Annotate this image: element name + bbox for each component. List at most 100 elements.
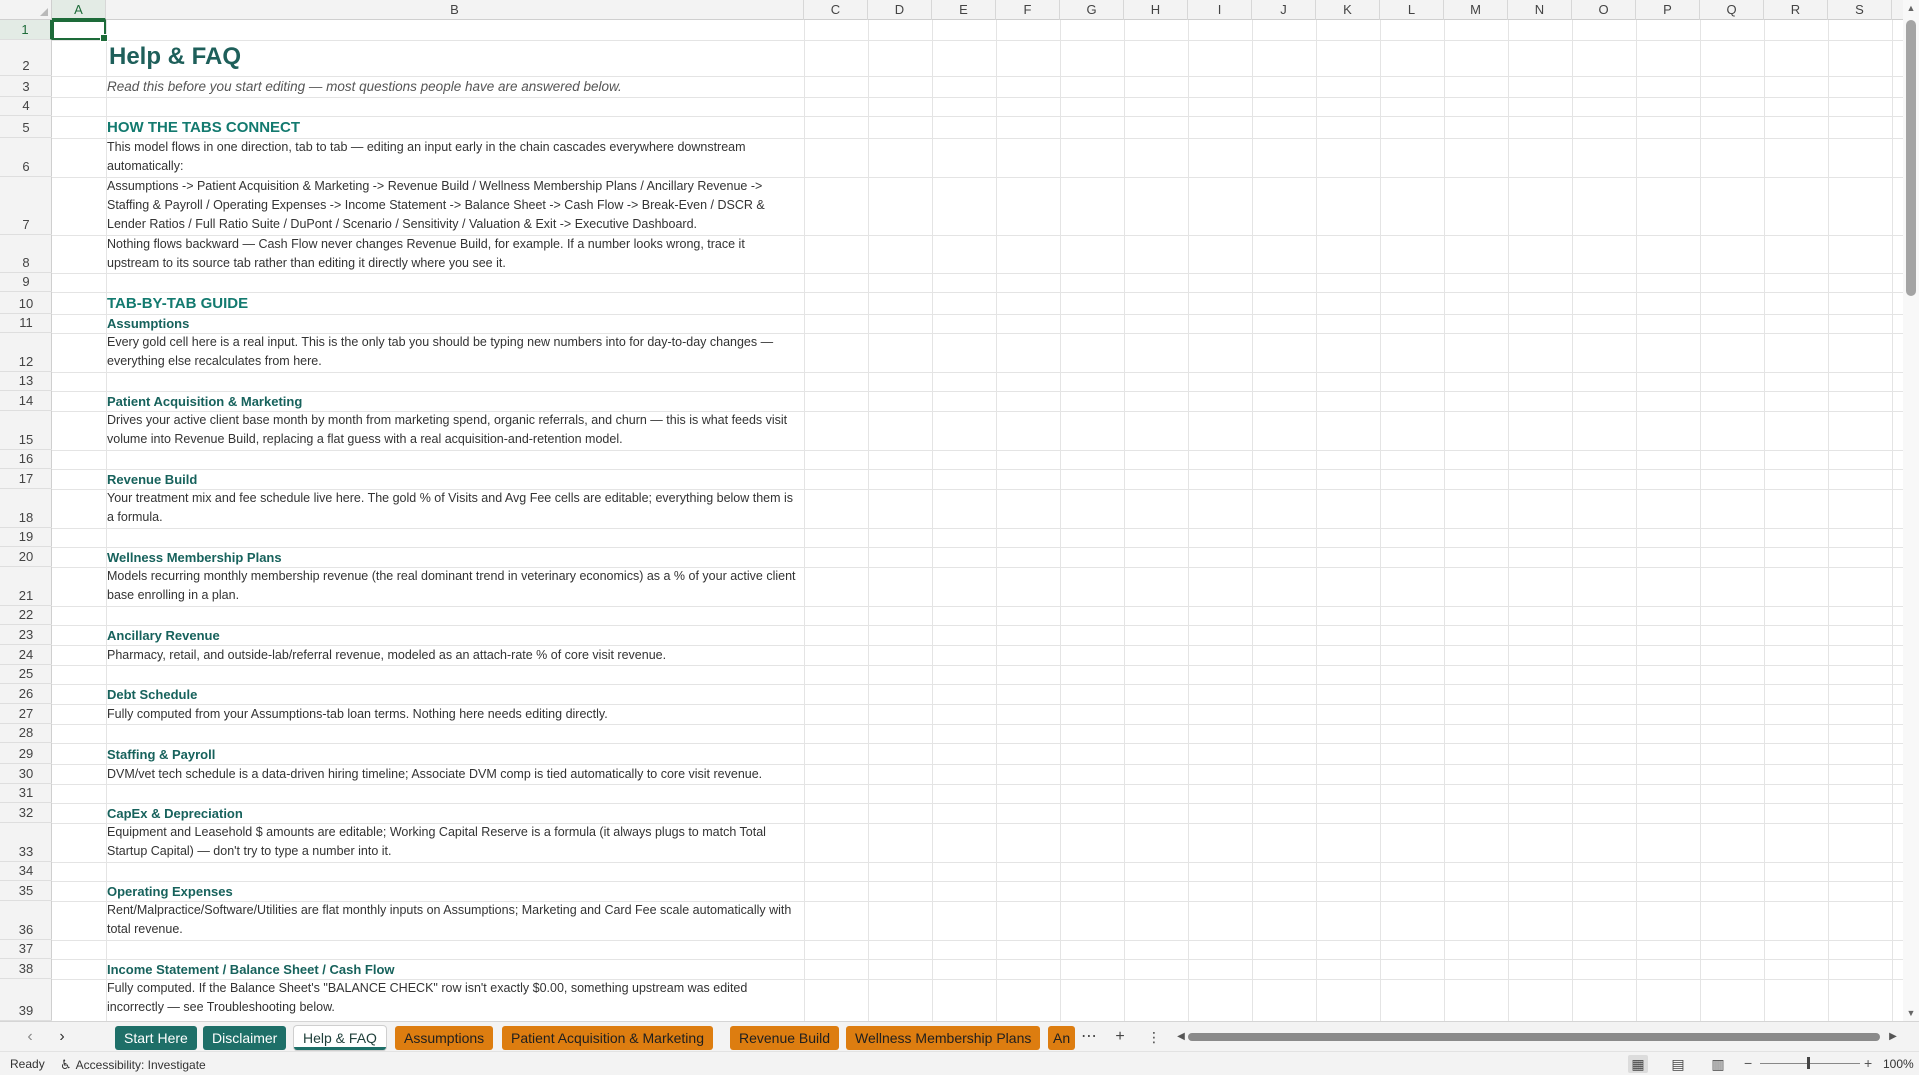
prev-sheet-icon[interactable]: ‹ [18,1026,42,1048]
zoom-in-icon[interactable]: + [1864,1055,1872,1071]
accessibility-status[interactable]: ♿ Accessibility: Investigate [60,1057,206,1073]
row-header[interactable]: 26 [0,684,52,704]
zoom-slider-knob[interactable] [1807,1057,1810,1069]
column-header-a[interactable]: A [52,0,106,20]
zoom-slider-track[interactable] [1760,1063,1860,1064]
row-header[interactable]: 21 [0,567,52,606]
column-header-e[interactable]: E [932,0,996,20]
tab-patient-acquisition-marketing[interactable]: Patient Acquisition & Marketing [502,1026,713,1050]
tab-help-faq[interactable]: Help & FAQ [294,1026,386,1050]
row-header[interactable]: 2 [0,40,52,76]
select-all-corner[interactable] [0,0,52,20]
row-header[interactable]: 38 [0,959,52,979]
tab-start-here[interactable]: Start Here [115,1026,197,1050]
row-header[interactable]: 5 [0,116,52,138]
row-header[interactable]: 18 [0,489,52,528]
gridline [52,862,1903,863]
row-header[interactable]: 6 [0,138,52,177]
horizontal-scrollbar[interactable]: ◀ ▶ [1175,1031,1899,1043]
zoom-out-icon[interactable]: − [1744,1055,1752,1071]
active-cell-selection[interactable] [52,20,108,42]
row-header[interactable]: 31 [0,784,52,803]
row-header[interactable]: 37 [0,940,52,959]
tab-wellness-membership-plans[interactable]: Wellness Membership Plans [846,1026,1041,1050]
row-header[interactable]: 9 [0,273,52,292]
page-layout-view-icon[interactable]: ▤ [1668,1055,1688,1073]
row-header[interactable]: 33 [0,823,52,862]
vertical-scroll-thumb[interactable] [1906,20,1916,296]
row-header[interactable]: 28 [0,724,52,743]
column-header-c[interactable]: C [804,0,868,20]
page-break-preview-icon[interactable]: ▥ [1708,1055,1728,1073]
column-header-n[interactable]: N [1508,0,1572,20]
row-header[interactable]: 14 [0,391,52,411]
row-header[interactable]: 25 [0,665,52,684]
row-header[interactable]: 3 [0,76,52,97]
zoom-level[interactable]: 100% [1883,1057,1914,1071]
column-header-j[interactable]: J [1252,0,1316,20]
gridline [1444,20,1445,1021]
row-header[interactable]: 34 [0,862,52,881]
next-sheet-icon[interactable]: › [50,1026,74,1048]
vertical-scrollbar[interactable]: ▲ ▼ [1903,0,1919,1021]
gridline [1188,20,1189,1021]
row-header[interactable]: 32 [0,803,52,823]
row-header[interactable]: 7 [0,177,52,235]
row-header[interactable]: 23 [0,625,52,645]
sheet-tab-bar: ‹ › Start Here Disclaimer Help & FAQ Ass… [0,1021,1919,1051]
row-header[interactable]: 1 [0,20,52,40]
tab-revenue-build[interactable]: Revenue Build [730,1026,840,1050]
column-header-i[interactable]: I [1188,0,1252,20]
row-header[interactable]: 24 [0,645,52,665]
row-header[interactable]: 8 [0,235,52,273]
scroll-right-icon[interactable]: ▶ [1887,1031,1899,1043]
column-header-o[interactable]: O [1572,0,1636,20]
column-header-g[interactable]: G [1060,0,1124,20]
column-header-h[interactable]: H [1124,0,1188,20]
row-header[interactable]: 35 [0,881,52,901]
row-header[interactable]: 13 [0,372,52,391]
scroll-up-icon[interactable]: ▲ [1903,0,1919,16]
gridline [1636,20,1637,1021]
horizontal-scroll-thumb[interactable] [1188,1033,1880,1041]
column-header-k[interactable]: K [1316,0,1380,20]
column-header-r[interactable]: R [1764,0,1828,20]
column-header-d[interactable]: D [868,0,932,20]
spreadsheet-area[interactable]: A B C D E F G H I J K L M N O P Q R S T … [0,0,1919,1021]
scroll-down-icon[interactable]: ▼ [1903,1005,1919,1021]
row-header[interactable]: 10 [0,292,52,314]
column-header-q[interactable]: Q [1700,0,1764,20]
row-header[interactable]: 22 [0,606,52,625]
column-header-l[interactable]: L [1380,0,1444,20]
more-tabs-icon[interactable]: ⋯ [1077,1026,1101,1048]
tab-options-icon[interactable]: ⋮ [1142,1026,1166,1048]
gridline [52,292,1903,293]
row-header[interactable]: 19 [0,528,52,547]
column-header-f[interactable]: F [996,0,1060,20]
row-header[interactable]: 15 [0,411,52,450]
row-header[interactable]: 16 [0,450,52,469]
row-header[interactable]: 30 [0,764,52,784]
row-header[interactable]: 27 [0,704,52,724]
column-header-b[interactable]: B [106,0,804,20]
row-header[interactable]: 39 [0,979,52,1021]
row-header[interactable]: 36 [0,901,52,940]
column-header-s[interactable]: S [1828,0,1892,20]
row-header[interactable]: 11 [0,314,52,333]
tab-disclaimer[interactable]: Disclaimer [203,1026,287,1050]
row-header[interactable]: 4 [0,97,52,116]
row-header[interactable]: 20 [0,547,52,567]
guide-heading-financials: Income Statement / Balance Sheet / Cash … [107,962,395,977]
row-header[interactable]: 12 [0,333,52,372]
column-header-p[interactable]: P [1636,0,1700,20]
add-sheet-icon[interactable]: + [1108,1026,1132,1048]
cell-grid[interactable]: Help & FAQ Read this before you start ed… [52,20,1903,1021]
normal-view-icon[interactable]: ▦ [1628,1055,1648,1073]
row-header[interactable]: 29 [0,743,52,764]
tab-assumptions[interactable]: Assumptions [395,1026,494,1050]
scroll-left-icon[interactable]: ◀ [1175,1031,1187,1043]
gridline [52,116,1903,117]
row-header[interactable]: 17 [0,469,52,489]
column-header-m[interactable]: M [1444,0,1508,20]
tab-ancillary-truncated[interactable]: An [1048,1026,1075,1050]
